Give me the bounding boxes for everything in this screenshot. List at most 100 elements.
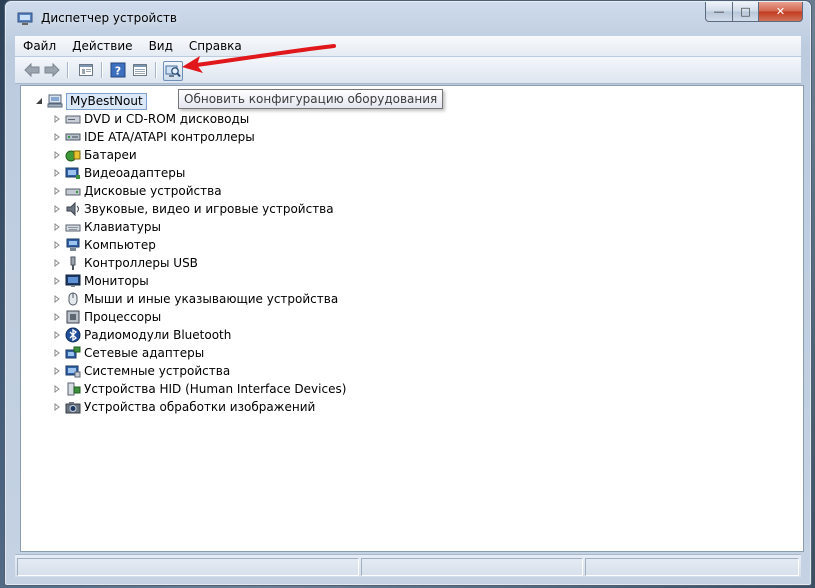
tree-item[interactable]: Дисковые устройства xyxy=(53,182,222,200)
tree-item[interactable]: Устройства обработки изображений xyxy=(53,398,315,416)
tree-item[interactable]: Мыши и иные указывающие устройства xyxy=(53,290,338,308)
back-button[interactable] xyxy=(23,61,41,79)
maximize-icon: □ xyxy=(740,5,751,18)
tree-item-label: Клавиатуры xyxy=(84,220,161,234)
expand-arrow-icon[interactable] xyxy=(53,295,61,303)
expand-arrow-icon[interactable] xyxy=(53,133,61,141)
menu-view[interactable]: Вид xyxy=(141,36,181,56)
red-arrow-annotation xyxy=(182,44,336,73)
maximize-button[interactable]: □ xyxy=(733,2,759,22)
bluetooth-icon xyxy=(65,327,81,343)
tree-item-label: Компьютер xyxy=(84,238,156,252)
expand-arrow-icon[interactable] xyxy=(53,169,61,177)
tree-item[interactable]: Сетевые адаптеры xyxy=(53,344,204,362)
collapse-arrow-icon[interactable] xyxy=(35,97,43,105)
status-cell xyxy=(361,558,583,576)
device-manager-window: Диспетчер устройств — □ ✕ Файл Действие … xyxy=(4,0,812,586)
details-button[interactable] xyxy=(131,61,149,79)
ide-controller-icon xyxy=(65,129,81,145)
tree-item-label: Устройства обработки изображений xyxy=(84,400,316,414)
processor-icon xyxy=(65,309,81,325)
tree-item-label: Мониторы xyxy=(84,274,149,288)
svg-text:?: ? xyxy=(115,65,121,78)
expand-arrow-icon[interactable] xyxy=(53,187,61,195)
device-manager-app-icon xyxy=(17,12,33,25)
expand-arrow-icon[interactable] xyxy=(53,349,61,357)
expand-arrow-icon[interactable] xyxy=(53,385,61,393)
display-adapter-icon xyxy=(65,165,81,181)
tree-item-label: Системные устройства xyxy=(84,364,231,378)
expand-arrow-icon[interactable] xyxy=(53,223,61,231)
sound-icon xyxy=(65,201,81,217)
forward-button[interactable] xyxy=(43,61,61,79)
tree-item-label: Устройства HID (Human Interface Devices) xyxy=(84,382,347,396)
tree-item[interactable]: Процессоры xyxy=(53,308,161,326)
minimize-icon: — xyxy=(713,5,725,18)
status-bar xyxy=(15,554,801,577)
tree-item-label: Процессоры xyxy=(84,310,162,324)
disk-drive-icon xyxy=(65,183,81,199)
tree-item-label: Батареи xyxy=(84,148,137,162)
tree-item-label: IDE ATA/ATAPI контроллеры xyxy=(84,130,255,144)
tree-item[interactable]: Радиомодули Bluetooth xyxy=(53,326,231,344)
system-device-icon xyxy=(65,363,81,379)
back-icon xyxy=(24,63,40,77)
mouse-icon xyxy=(65,291,81,307)
expand-arrow-icon[interactable] xyxy=(53,151,61,159)
title-bar[interactable]: Диспетчер устройств — □ ✕ xyxy=(5,1,811,35)
tree-item-label: DVD и CD-ROM дисководы xyxy=(84,112,250,126)
help-button[interactable]: ? xyxy=(109,61,127,79)
root-label: MyBestNout xyxy=(66,92,147,110)
tree-item[interactable]: Устройства HID (Human Interface Devices) xyxy=(53,380,346,398)
computer-icon xyxy=(47,93,63,109)
tree-item[interactable]: Видеоадаптеры xyxy=(53,164,185,182)
tree-item-label: Радиомодули Bluetooth xyxy=(84,328,232,342)
expand-arrow-icon[interactable] xyxy=(53,241,61,249)
hid-icon xyxy=(65,381,81,397)
tree-root[interactable]: MyBestNout xyxy=(35,92,147,110)
expand-arrow-icon[interactable] xyxy=(53,313,61,321)
status-cell xyxy=(17,558,359,576)
tree-item[interactable]: Батареи xyxy=(53,146,137,164)
tree-item[interactable]: Компьютер xyxy=(53,236,156,254)
expand-arrow-icon[interactable] xyxy=(53,259,61,267)
tree-item-label: Контроллеры USB xyxy=(84,256,198,270)
imaging-device-icon xyxy=(65,399,81,415)
tree-item[interactable]: IDE ATA/ATAPI контроллеры xyxy=(53,128,255,146)
menu-bar: Файл Действие Вид Справка xyxy=(15,36,801,56)
battery-icon xyxy=(65,147,81,163)
minimize-button[interactable]: — xyxy=(705,2,733,22)
tree-item[interactable]: DVD и CD-ROM дисководы xyxy=(53,110,249,128)
tree-item-label: Сетевые адаптеры xyxy=(84,346,205,360)
usb-icon xyxy=(65,255,81,271)
menu-file[interactable]: Файл xyxy=(15,36,64,56)
menu-action[interactable]: Действие xyxy=(64,36,140,56)
expand-arrow-icon[interactable] xyxy=(53,367,61,375)
expand-arrow-icon[interactable] xyxy=(53,115,61,123)
close-button[interactable]: ✕ xyxy=(759,2,803,22)
tree-item[interactable]: Контроллеры USB xyxy=(53,254,198,272)
keyboard-icon xyxy=(65,219,81,235)
monitor-icon xyxy=(65,273,81,289)
dvd-drive-icon xyxy=(65,111,81,127)
expand-arrow-icon[interactable] xyxy=(53,403,61,411)
tree-item[interactable]: Клавиатуры xyxy=(53,218,161,236)
tree-item[interactable]: Звуковые, видео и игровые устройства xyxy=(53,200,334,218)
forward-icon xyxy=(44,63,60,77)
tooltip: Обновить конфигурацию оборудования xyxy=(178,89,444,109)
help-icon: ? xyxy=(110,62,126,78)
computer-icon xyxy=(65,237,81,253)
status-cell xyxy=(585,558,799,576)
tree-item-label: Звуковые, видео и игровые устройства xyxy=(84,202,334,216)
properties-button[interactable] xyxy=(77,61,95,79)
toolbar-separator xyxy=(101,62,102,78)
expand-arrow-icon[interactable] xyxy=(53,205,61,213)
close-icon: ✕ xyxy=(775,5,786,18)
device-tree[interactable]: MyBestNout DVD и CD-ROM дисководы IDE ATA… xyxy=(20,85,804,552)
expand-arrow-icon[interactable] xyxy=(53,277,61,285)
details-icon xyxy=(133,64,147,76)
tree-item[interactable]: Системные устройства xyxy=(53,362,230,380)
expand-arrow-icon[interactable] xyxy=(53,331,61,339)
tree-item[interactable]: Мониторы xyxy=(53,272,149,290)
tree-item-label: Мыши и иные указывающие устройства xyxy=(84,292,339,306)
